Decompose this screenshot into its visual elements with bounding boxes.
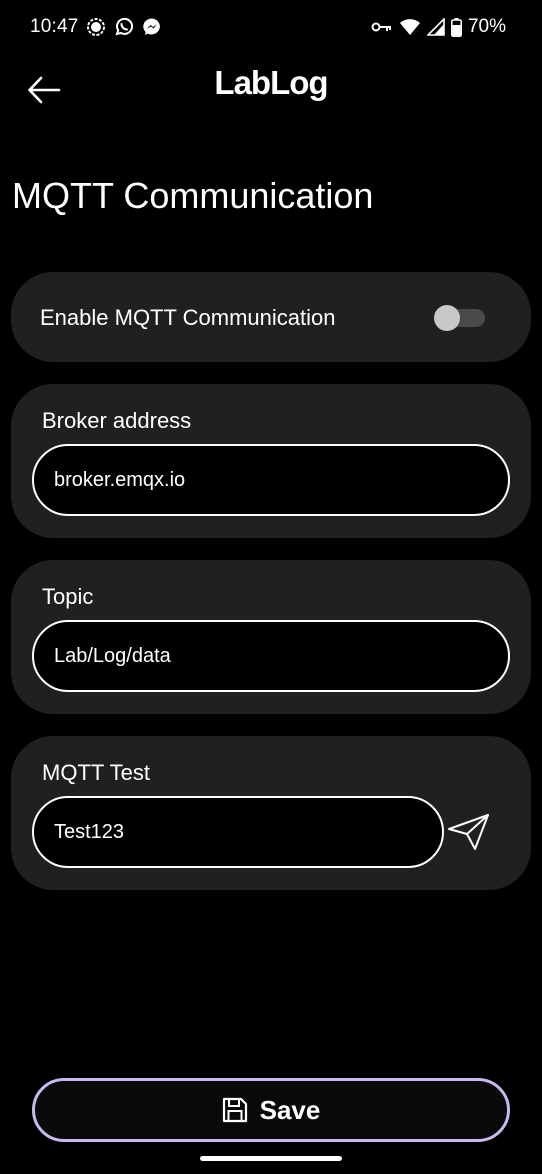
broker-card: Broker address broker.emqx.io [11,384,531,538]
send-icon [448,814,489,850]
system-icons: 70% [371,16,506,38]
battery-icon [450,17,462,37]
broker-label: Broker address [42,408,192,433]
save-button-label: Save [259,1094,321,1125]
topic-label: Topic [42,584,94,609]
send-test-button[interactable] [443,806,495,858]
vpn-key-icon [371,22,391,32]
settings-screen: 10:47 70% LabLog MQTT Communication Enab… [0,0,542,1174]
status-bar: 10:47 70% [0,0,542,56]
broker-address-input[interactable]: broker.emqx.io [32,444,510,516]
cell-signal-icon [426,18,445,36]
switch-thumb [434,305,460,331]
topic-input[interactable]: Lab/Log/data [32,620,510,692]
topic-card: Topic Lab/Log/data [11,560,531,714]
signal-messenger-icon [87,18,105,36]
whatsapp-icon [115,17,134,36]
home-indicator[interactable] [200,1156,342,1161]
save-button[interactable]: Save [32,1078,510,1142]
app-title: LabLog [214,64,328,101]
floppy-disk-icon [222,1097,247,1123]
mqtt-enable-switch[interactable] [434,305,486,331]
notification-icons [86,17,162,37]
wifi-icon [399,19,420,35]
mqtt-test-label: MQTT Test [42,760,150,785]
status-time: 10:47 [30,16,79,37]
page-title: MQTT Communication [12,175,374,216]
messenger-icon [143,18,160,35]
mqtt-toggle-label: Enable MQTT Communication [40,305,336,330]
mqtt-test-input[interactable]: Test123 [32,796,444,868]
battery-percentage: 70% [467,16,506,37]
